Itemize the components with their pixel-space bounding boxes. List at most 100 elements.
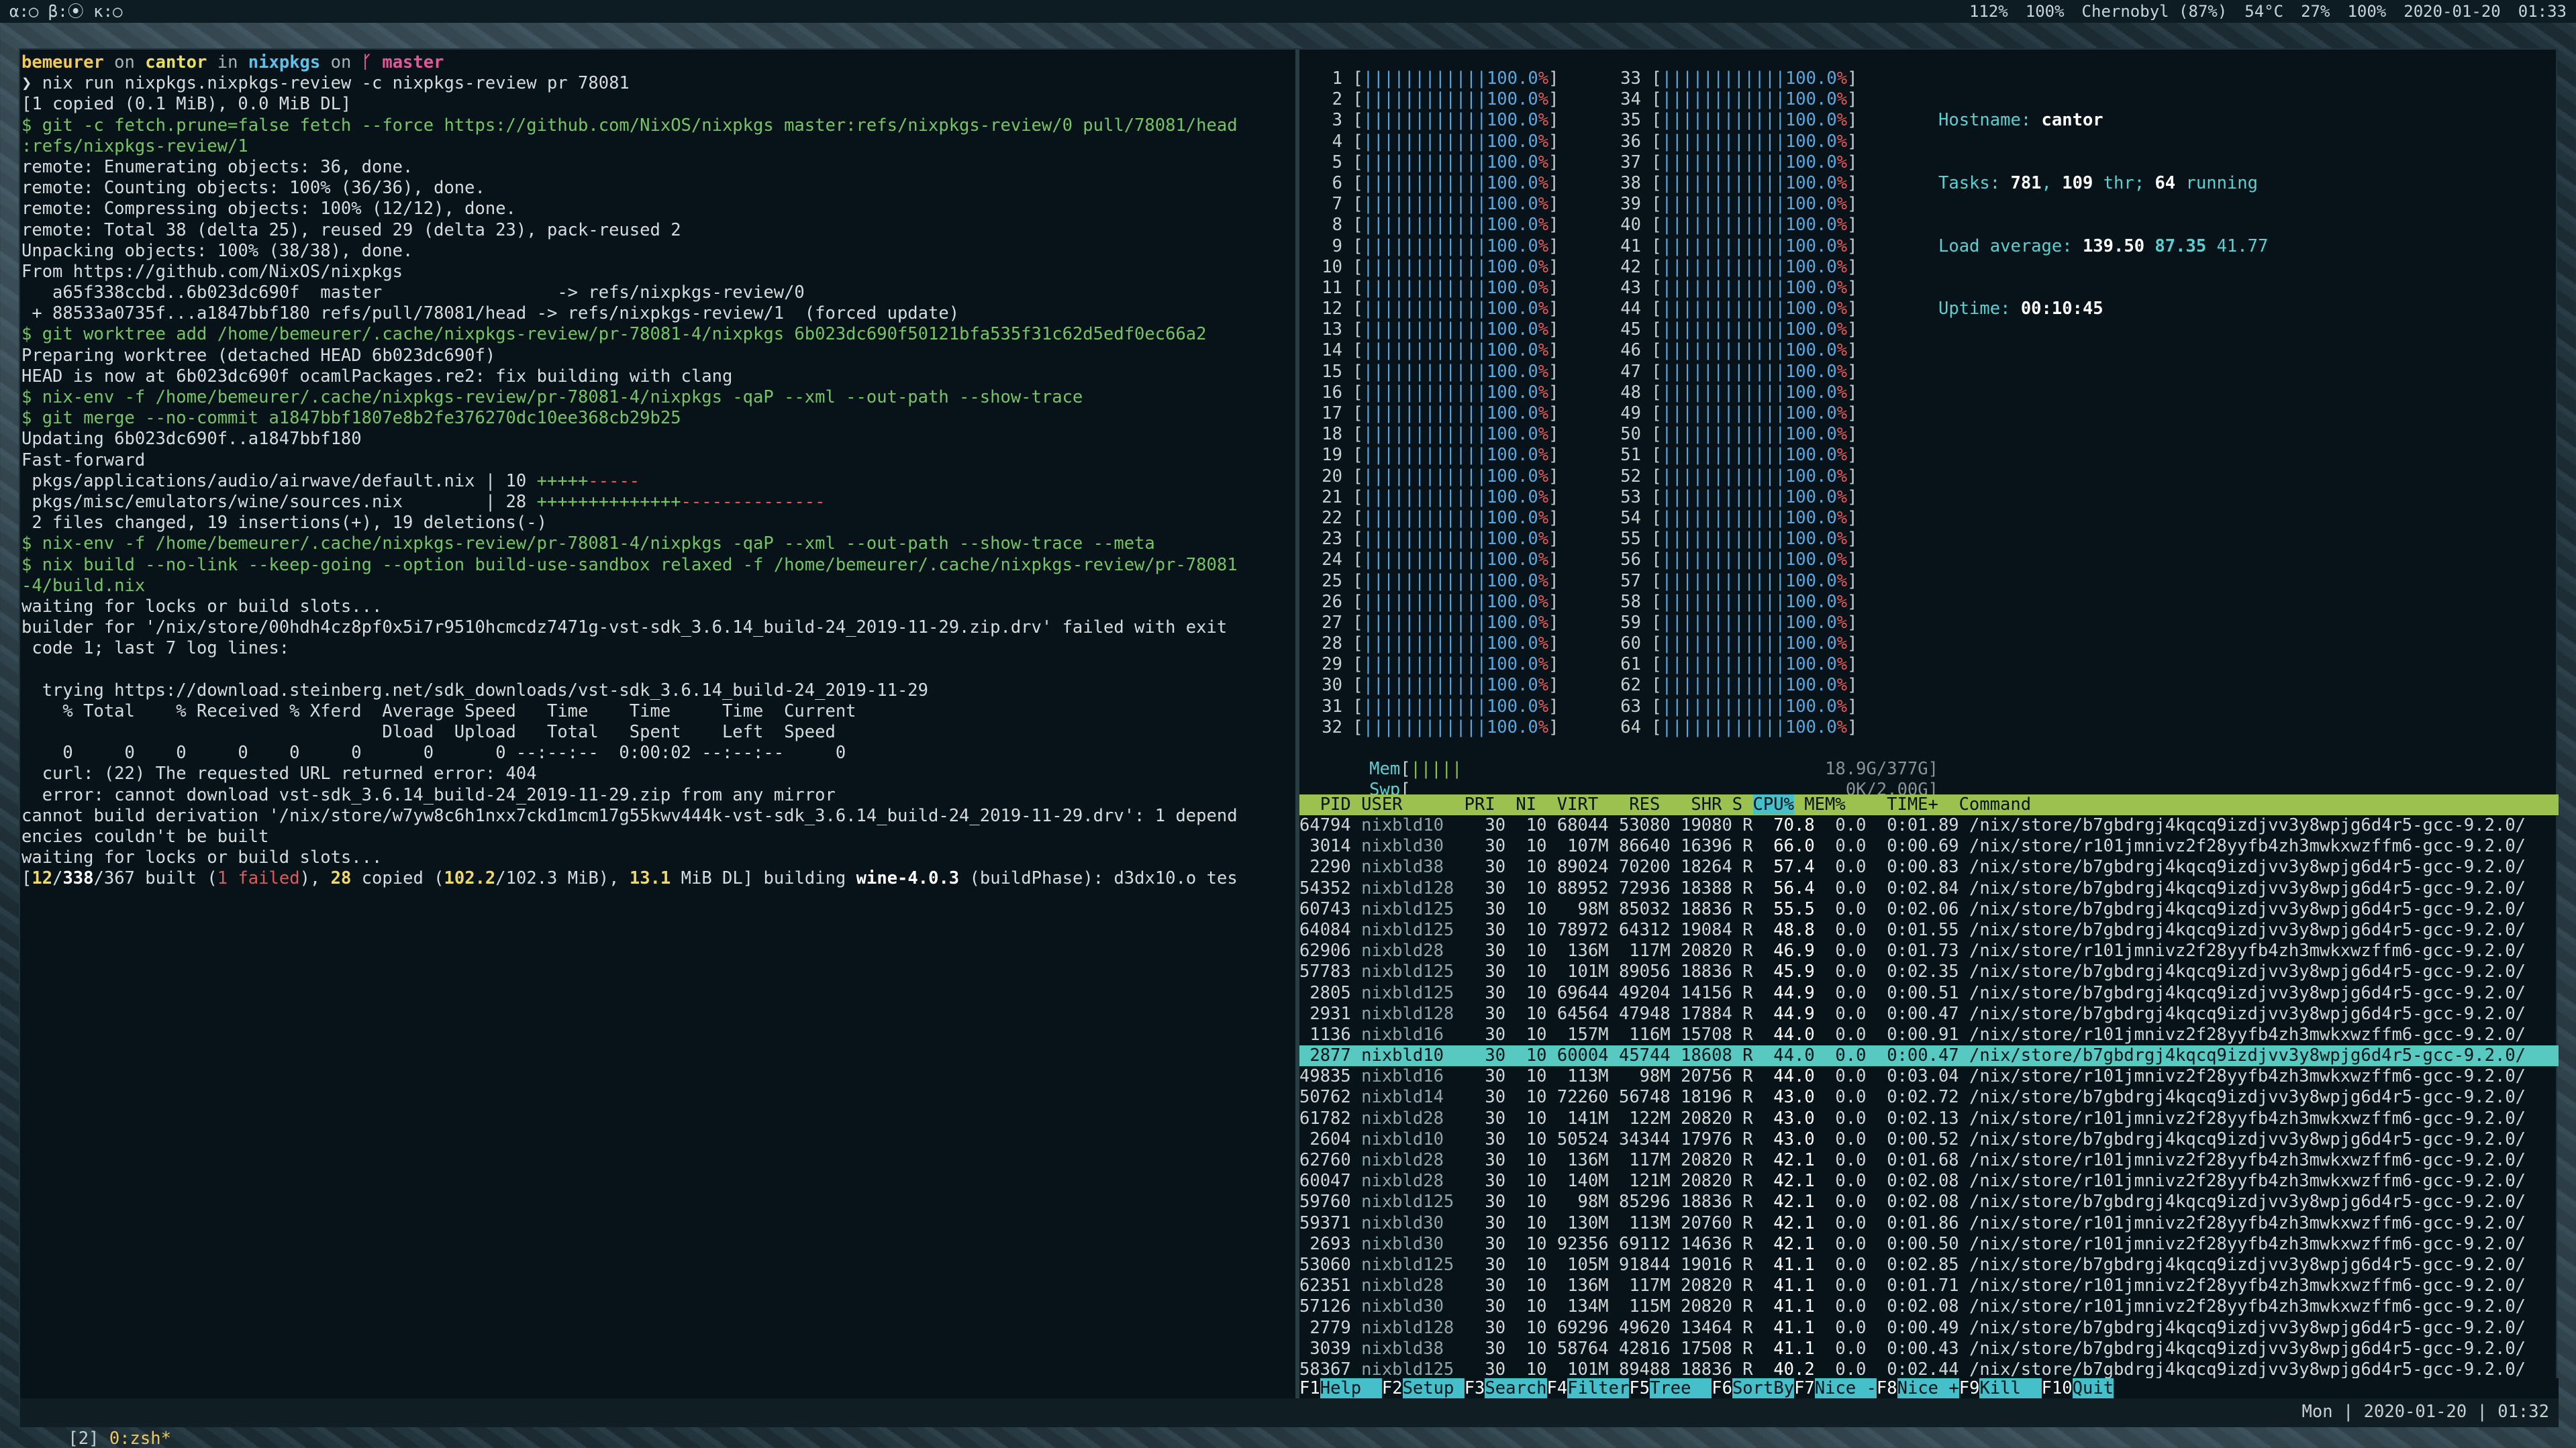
process-virt: 136M xyxy=(1546,1276,1609,1296)
terminal-window[interactable]: bemeurer on cantor in nixpkgs on ᚴ maste… xyxy=(19,48,2559,1448)
process-row[interactable]: 57126 nixbld30 30 10 134M 115M 20820 R 4… xyxy=(1299,1296,2559,1317)
process-command: /nix/store/r101jmnivz2f28yyfb4zh3mwkxwzf… xyxy=(1959,1150,2526,1170)
process-shr: 20820 xyxy=(1670,1296,1732,1317)
process-pri: 30 xyxy=(1464,1359,1506,1380)
process-row[interactable]: 60047 nixbld28 30 10 140M 121M 20820 R 4… xyxy=(1299,1171,2559,1192)
process-state: R xyxy=(1732,1066,1753,1087)
process-pri: 30 xyxy=(1464,1233,1506,1254)
process-shr: 15708 xyxy=(1670,1024,1732,1045)
sort-column-cpu[interactable]: CPU% xyxy=(1752,794,1794,815)
process-ni: 10 xyxy=(1505,1024,1547,1045)
process-res: 98M xyxy=(1608,1066,1671,1087)
process-row[interactable]: 3014 nixbld30 30 10 107M 86640 16396 R 6… xyxy=(1299,836,2559,857)
process-row[interactable]: 2805 nixbld125 30 10 69644 49204 14156 R… xyxy=(1299,983,2559,1004)
process-row[interactable]: 1136 nixbld16 30 10 157M 116M 15708 R 44… xyxy=(1299,1025,2559,1045)
process-res: 115M xyxy=(1608,1296,1671,1317)
process-row[interactable]: 2877 nixbld10 30 10 60004 45744 18608 R … xyxy=(1299,1045,2559,1067)
process-cpu: 42.1 xyxy=(1752,1150,1815,1170)
process-shr: 20756 xyxy=(1670,1066,1732,1087)
fkey-f1[interactable]: F1Help xyxy=(1299,1378,1382,1398)
process-row[interactable]: 2693 nixbld30 30 10 92356 69112 14636 R … xyxy=(1299,1234,2559,1255)
process-res: 91844 xyxy=(1608,1254,1671,1275)
process-row[interactable]: 54352 nixbld128 30 10 88952 72936 18388 … xyxy=(1299,878,2559,899)
process-list[interactable]: 64794 nixbld10 30 10 68044 53080 19080 R… xyxy=(1299,815,2559,1380)
process-time: 0:00.91 xyxy=(1866,1024,1959,1045)
process-row[interactable]: 59371 nixbld30 30 10 130M 113M 20760 R 4… xyxy=(1299,1213,2559,1234)
fkey-f7[interactable]: F7Nice - xyxy=(1794,1378,1877,1398)
process-row[interactable]: 50762 nixbld14 30 10 72260 56748 18196 R… xyxy=(1299,1087,2559,1108)
process-cpu: 43.0 xyxy=(1752,1129,1815,1149)
fkey-f4[interactable]: F4Filter xyxy=(1546,1378,1630,1398)
cpu-meter-57: 57 [||||||||||||100.0%] xyxy=(1620,570,1858,591)
terminal-line: + 88533a0735f...a1847bbf180 refs/pull/78… xyxy=(21,303,960,324)
process-cpu: 42.1 xyxy=(1752,1192,1815,1212)
process-row[interactable]: 57783 nixbld125 30 10 101M 89056 18836 R… xyxy=(1299,962,2559,982)
process-ni: 10 xyxy=(1505,1003,1547,1024)
process-row[interactable]: 62760 nixbld28 30 10 136M 117M 20820 R 4… xyxy=(1299,1150,2559,1171)
cpu-meter-49: 49 [||||||||||||100.0%] xyxy=(1620,403,1858,423)
shell-pane[interactable]: bemeurer on cantor in nixpkgs on ᚴ maste… xyxy=(20,50,1294,1398)
process-state: R xyxy=(1732,836,1753,857)
process-row[interactable]: 61782 nixbld28 30 10 141M 122M 20820 R 4… xyxy=(1299,1108,2559,1129)
cpu-meter-52: 52 [||||||||||||100.0%] xyxy=(1620,466,1858,486)
workspace-indicators[interactable]: α:○ β:⦿ κ:○ xyxy=(9,0,123,23)
process-mem: 0.0 xyxy=(1814,1087,1867,1108)
process-res: 85296 xyxy=(1608,1192,1671,1212)
htop-pane[interactable]: 1 [||||||||||||100.0%] 2 [||||||||||||100… xyxy=(1299,50,2559,1398)
process-row[interactable]: 3039 nixbld38 30 10 58764 42816 17508 R … xyxy=(1299,1339,2559,1359)
fkey-f2[interactable]: F2Setup xyxy=(1381,1378,1465,1398)
process-ni: 10 xyxy=(1505,1254,1547,1275)
cpu-meter-56: 56 [||||||||||||100.0%] xyxy=(1620,550,1858,570)
process-pri: 30 xyxy=(1464,1171,1506,1192)
process-row[interactable]: 2604 nixbld10 30 10 50524 34344 17976 R … xyxy=(1299,1129,2559,1150)
process-state: R xyxy=(1732,982,1753,1003)
cpu-meter-24: 24 [||||||||||||100.0%] xyxy=(1322,550,1559,570)
process-state: R xyxy=(1732,1233,1753,1254)
process-cpu: 57.4 xyxy=(1752,857,1815,878)
process-ni: 10 xyxy=(1505,1171,1547,1192)
process-state: R xyxy=(1732,1150,1753,1170)
terminal-line: code 1; last 7 log lines: xyxy=(21,638,290,659)
tmux-window-tab[interactable]: 0:zsh* xyxy=(109,1429,171,1448)
process-row[interactable]: 62351 nixbld28 30 10 136M 117M 20820 R 4… xyxy=(1299,1276,2559,1296)
process-mem: 0.0 xyxy=(1814,1296,1867,1317)
load-1: 139.50 xyxy=(2082,236,2145,256)
process-row[interactable]: 2290 nixbld38 30 10 89024 70200 18264 R … xyxy=(1299,857,2559,878)
terminal-line: % Total % Received % Xferd Average Speed… xyxy=(21,701,856,721)
process-state: R xyxy=(1732,1276,1753,1296)
process-mem: 0.0 xyxy=(1814,1317,1867,1338)
process-cpu: 40.2 xyxy=(1752,1359,1815,1380)
process-user: nixbld125 xyxy=(1350,962,1465,982)
fkey-f9[interactable]: F9Kill xyxy=(1959,1378,2042,1398)
process-virt: 69296 xyxy=(1546,1317,1609,1338)
process-table-header[interactable]: PID USER PRI NI VIRT RES SHR S CPU% MEM%… xyxy=(1299,794,2559,815)
fkey-f10[interactable]: F10Quit xyxy=(2041,1378,2114,1398)
terminal-line: encies couldn't be built xyxy=(21,826,269,847)
process-ni: 10 xyxy=(1505,836,1547,857)
cpu-meter-11: 11 [||||||||||||100.0%] xyxy=(1322,277,1559,298)
fkey-f3[interactable]: F3Search xyxy=(1464,1378,1547,1398)
process-ni: 10 xyxy=(1505,1317,1547,1338)
process-command: /nix/store/b7gbdrgj4kqcq9izdjvv3y8wpjg6d… xyxy=(1959,1129,2526,1149)
process-row[interactable]: 60743 nixbld125 30 10 98M 85032 18836 R … xyxy=(1299,899,2559,920)
process-row[interactable]: 64084 nixbld125 30 10 78972 64312 19084 … xyxy=(1299,920,2559,941)
process-row[interactable]: 2931 nixbld128 30 10 64564 47948 17884 R… xyxy=(1299,1004,2559,1025)
process-row[interactable]: 49835 nixbld16 30 10 113M 98M 20756 R 44… xyxy=(1299,1066,2559,1087)
fkey-f6[interactable]: F6SortBy xyxy=(1712,1378,1795,1398)
process-row[interactable]: 53060 nixbld125 30 10 105M 91844 19016 R… xyxy=(1299,1255,2559,1276)
process-cpu: 44.0 xyxy=(1752,1045,1815,1066)
fkey-f5[interactable]: F5Tree xyxy=(1629,1378,1712,1398)
process-mem: 0.0 xyxy=(1814,1338,1867,1359)
process-virt: 69644 xyxy=(1546,982,1609,1003)
cpu-meters: 1 [||||||||||||100.0%] 2 [||||||||||||100… xyxy=(1307,68,1857,737)
process-row[interactable]: 58367 nixbld125 30 10 101M 89488 18836 R… xyxy=(1299,1359,2559,1380)
process-row[interactable]: 59760 nixbld125 30 10 98M 85296 18836 R … xyxy=(1299,1192,2559,1212)
process-row[interactable]: 2779 nixbld128 30 10 69296 49620 13464 R… xyxy=(1299,1318,2559,1339)
process-pri: 30 xyxy=(1464,815,1506,835)
process-state: R xyxy=(1732,815,1753,835)
process-row[interactable]: 62906 nixbld28 30 10 136M 117M 20820 R 4… xyxy=(1299,941,2559,962)
process-user: nixbld38 xyxy=(1350,1338,1465,1359)
fkey-f8[interactable]: F8Nice + xyxy=(1876,1378,1959,1398)
cpu-meter-14: 14 [||||||||||||100.0%] xyxy=(1322,340,1559,361)
process-row[interactable]: 64794 nixbld10 30 10 68044 53080 19080 R… xyxy=(1299,815,2559,836)
